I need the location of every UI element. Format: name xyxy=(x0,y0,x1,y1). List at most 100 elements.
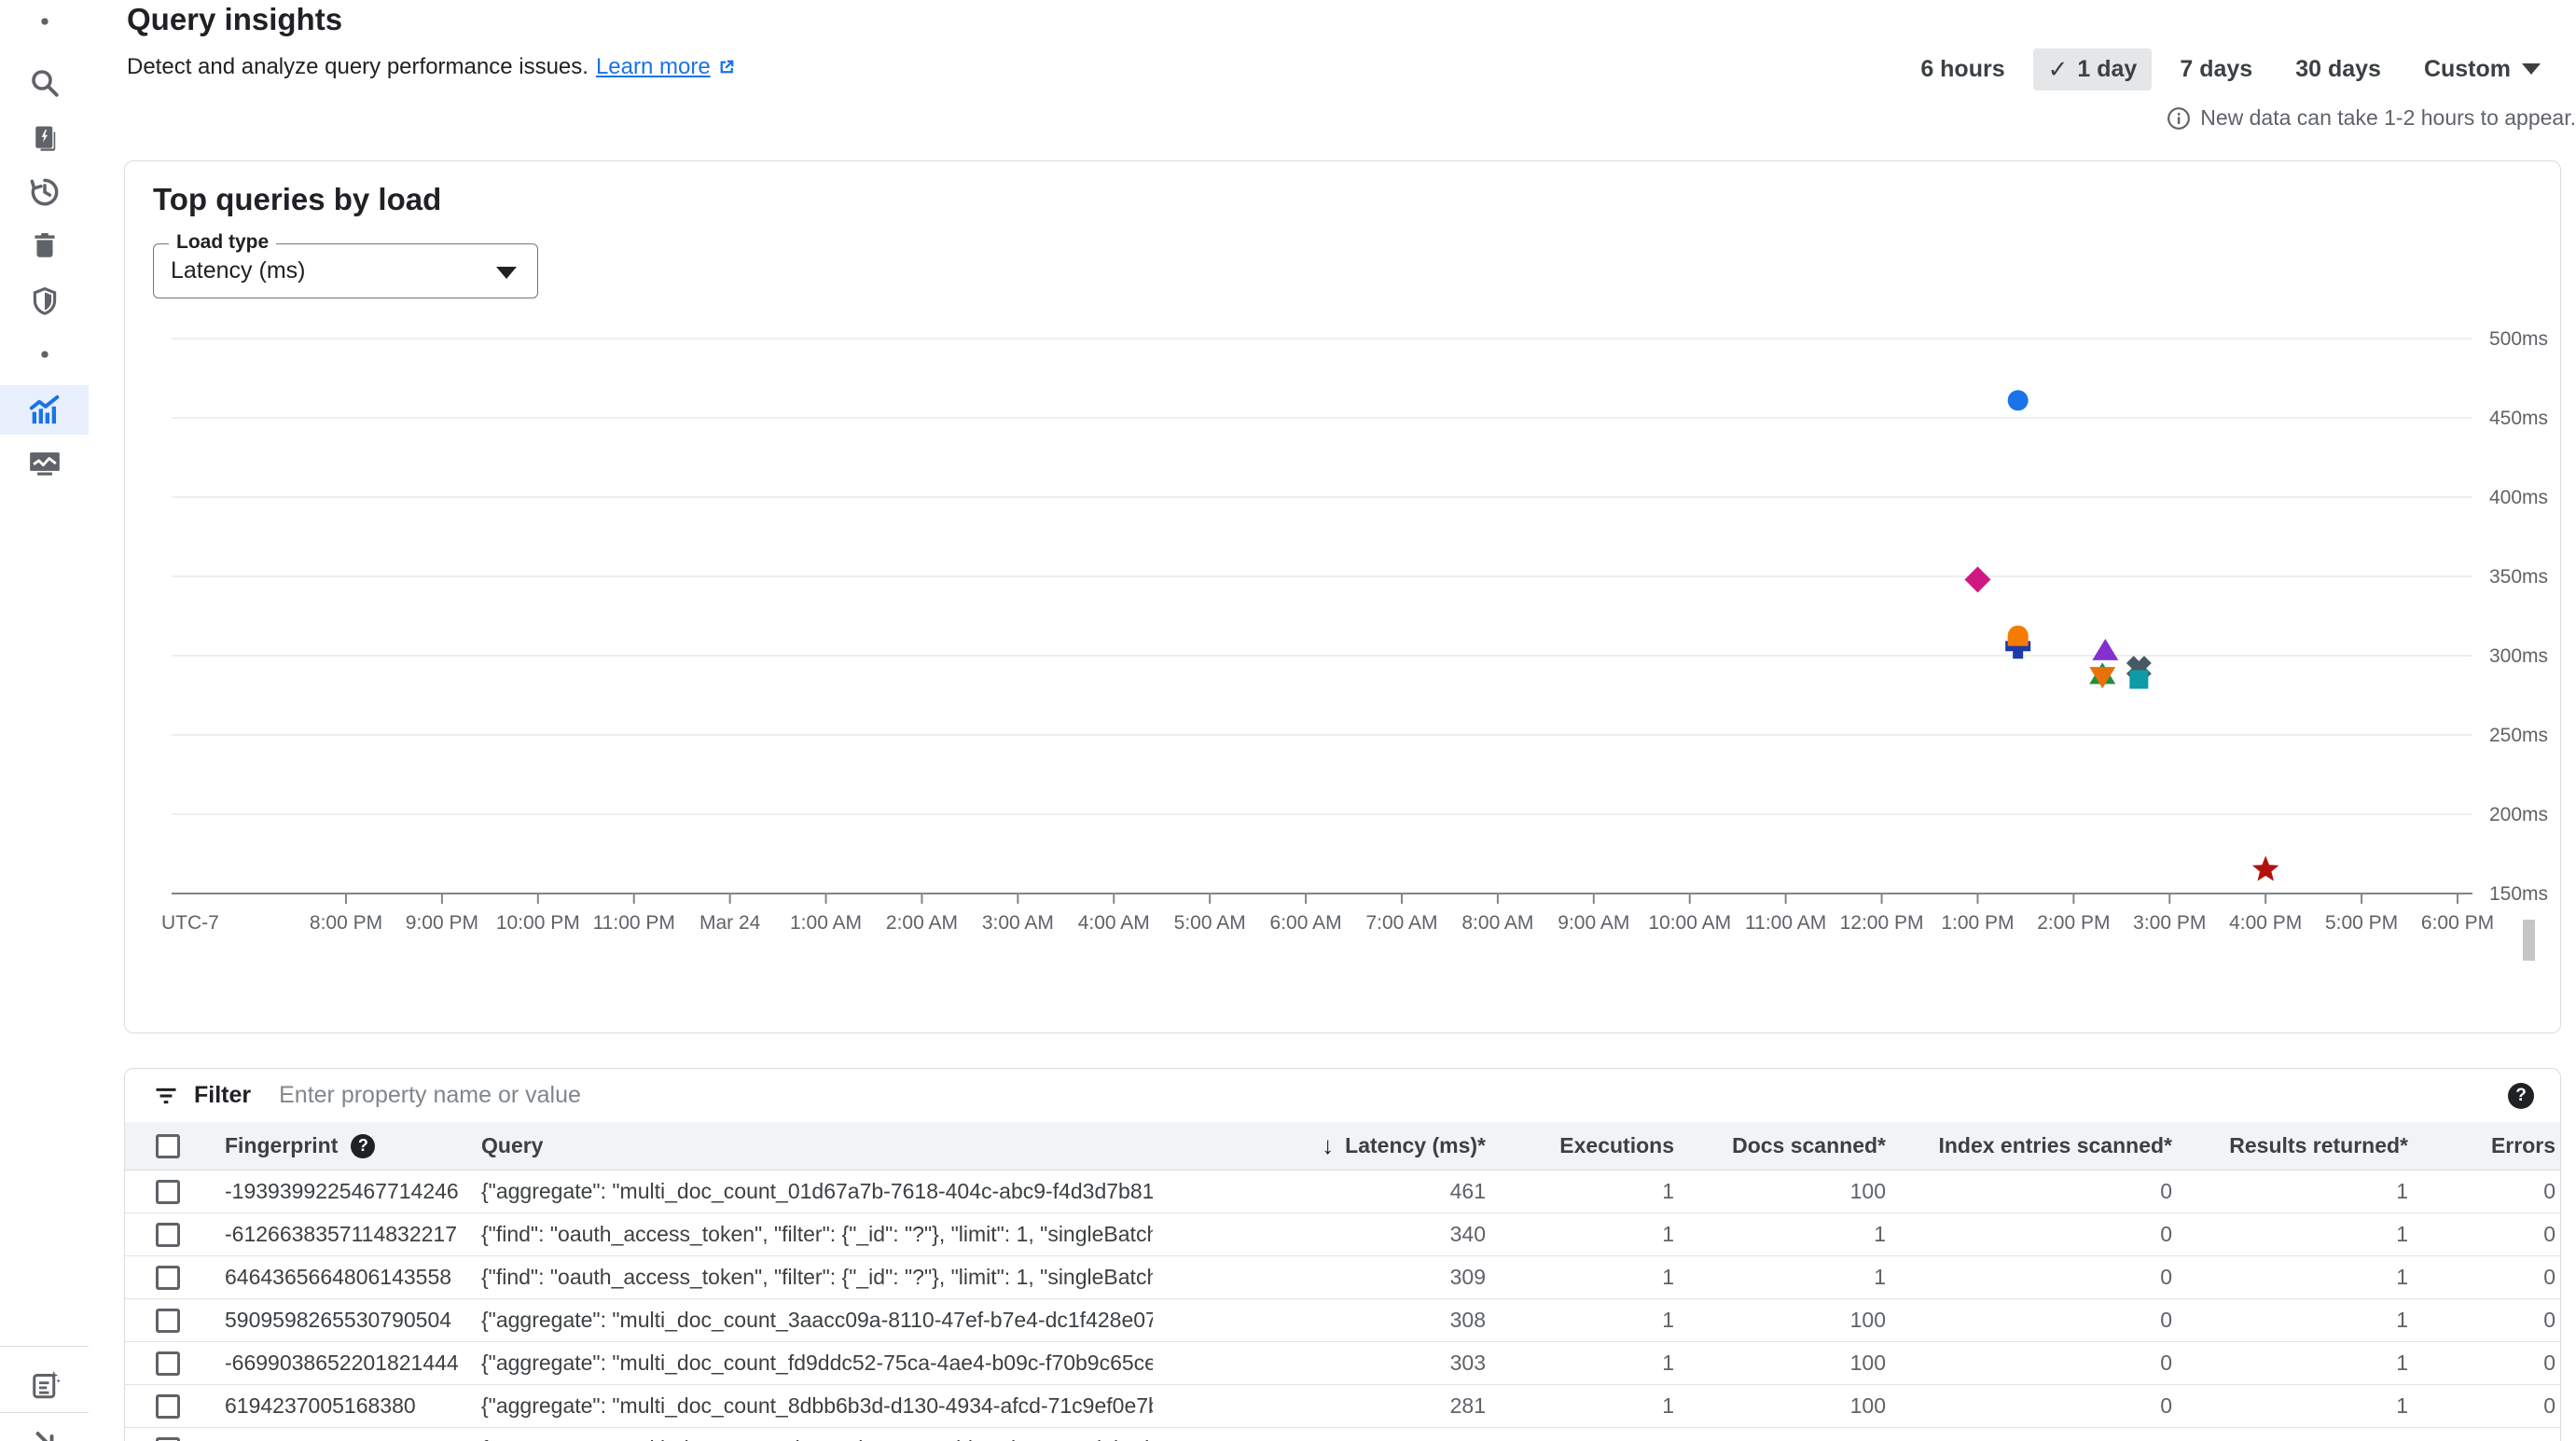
sidebar-item-dot xyxy=(0,0,89,46)
release-notes-icon xyxy=(28,1368,62,1402)
fingerprint-cell: -8295002236194316765 xyxy=(225,1436,481,1441)
x-axis-label: Mar 24 xyxy=(699,912,761,934)
sidebar-item-history[interactable] xyxy=(0,167,89,216)
x-axis-label: 1:00 AM xyxy=(790,912,862,934)
time-range-30-days[interactable]: 30 days xyxy=(2280,49,2396,90)
results-returned-cell: 1 xyxy=(2172,1179,2408,1204)
table-row[interactable]: -8295002236194316765{"aggregate": "multi… xyxy=(125,1428,2560,1441)
table-row[interactable]: -6126638357114832217{"find": "oauth_acce… xyxy=(125,1213,2560,1256)
y-axis-label: 150ms xyxy=(2489,883,2548,905)
scatter-point-square[interactable] xyxy=(2129,671,2148,689)
row-checkbox[interactable] xyxy=(156,1180,180,1204)
data-freshness-notice: New data can take 1-2 hours to appear. xyxy=(2167,105,2576,131)
x-axis-label: 6:00 PM xyxy=(2421,912,2494,934)
row-checkbox[interactable] xyxy=(156,1351,180,1376)
sidebar-item-shield[interactable] xyxy=(0,276,89,326)
x-axis-label: 8:00 PM xyxy=(310,912,382,934)
x-axis-label: 11:00 AM xyxy=(1745,912,1826,934)
row-checkbox[interactable] xyxy=(156,1309,180,1333)
time-range-selector: 6 hours ✓ 1 day 7 days 30 days Custom xyxy=(1905,48,2555,90)
sort-descending-icon[interactable]: ↓ xyxy=(1322,1131,1334,1160)
index-entries-scanned-cell: 0 xyxy=(1886,1308,2172,1333)
queries-table: Fingerprint? Query ↓ Latency (ms)* Execution… xyxy=(125,1122,2560,1441)
y-axis-label: 400ms xyxy=(2489,487,2548,508)
fingerprint-help-icon[interactable]: ? xyxy=(351,1134,375,1158)
y-axis-label: 500ms xyxy=(2489,328,2548,350)
column-header[interactable]: Index entries scanned* xyxy=(1938,1133,2172,1157)
row-checkbox[interactable] xyxy=(156,1266,180,1290)
time-range-6-hours[interactable]: 6 hours xyxy=(1905,49,2019,90)
scatter-point-diamond[interactable] xyxy=(1964,566,1990,592)
x-axis-label: 9:00 AM xyxy=(1558,912,1629,934)
time-range-1-day[interactable]: ✓ 1 day xyxy=(2033,48,2153,90)
executions-cell: 1 xyxy=(1486,1265,1674,1290)
filter-bar: Filter ? xyxy=(125,1069,2560,1122)
docs-scanned-cell: 100 xyxy=(1674,1436,1886,1441)
checkmark-icon: ✓ xyxy=(2048,55,2069,84)
fingerprint-cell: -6126638357114832217 xyxy=(225,1222,481,1247)
time-range-custom-dropdown[interactable]: Custom xyxy=(2409,49,2555,90)
page-subtitle: Detect and analyze query performance iss… xyxy=(127,54,737,80)
sidebar-item-flash-pages[interactable] xyxy=(0,114,89,163)
column-header-fingerprint[interactable]: Fingerprint xyxy=(225,1133,338,1158)
table-row[interactable]: -1939399225467714246{"aggregate": "multi… xyxy=(125,1171,2560,1213)
sidebar-item-monitoring[interactable] xyxy=(0,438,89,488)
time-range-label: 1 day xyxy=(2077,56,2137,83)
column-header[interactable]: Executions xyxy=(1559,1133,1674,1157)
results-returned-cell: 1 xyxy=(2172,1436,2408,1441)
index-entries-scanned-cell: 0 xyxy=(1886,1351,2172,1376)
errors-cell: 0 xyxy=(2408,1436,2555,1441)
x-axis-label: 7:00 AM xyxy=(1365,912,1437,934)
column-header[interactable]: Errors xyxy=(2491,1133,2555,1157)
row-checkbox[interactable] xyxy=(156,1394,180,1419)
select-all-checkbox[interactable] xyxy=(156,1134,180,1158)
row-checkbox[interactable] xyxy=(156,1223,180,1247)
y-axis-label: 250ms xyxy=(2489,725,2548,746)
table-row[interactable]: 5909598265530790504{"aggregate": "multi_… xyxy=(125,1299,2560,1342)
table-row[interactable]: -6699038652201821444{"aggregate": "multi… xyxy=(125,1342,2560,1385)
sidebar-item-insights-chart-selected[interactable] xyxy=(0,385,89,435)
executions-cell: 1 xyxy=(1486,1351,1674,1376)
x-axis-label: 4:00 PM xyxy=(2229,912,2302,934)
docs-scanned-cell: 100 xyxy=(1674,1351,1886,1376)
sidebar-item-collapse-arrow[interactable] xyxy=(0,1420,89,1441)
scatter-point-circle[interactable] xyxy=(2008,390,2029,410)
latency-scatter-chart: 500ms450ms400ms350ms300ms250ms200ms150ms… xyxy=(125,161,2560,1032)
query-cell: {"aggregate": "multi_doc_count_fd9ddc52-… xyxy=(481,1351,1153,1376)
sidebar-divider xyxy=(0,1346,89,1347)
sidebar-item-search[interactable] xyxy=(0,58,89,107)
table-row[interactable]: 6194237005168380{"aggregate": "multi_doc… xyxy=(125,1385,2560,1428)
collapse-arrow-icon xyxy=(28,1428,62,1441)
sidebar-item-trash[interactable] xyxy=(0,220,89,270)
scatter-point-rounded-square[interactable] xyxy=(2008,626,2029,646)
scatter-point-triangle-up[interactable] xyxy=(2092,639,2118,660)
learn-more-label: Learn more xyxy=(596,54,711,80)
fingerprint-cell: -6699038652201821444 xyxy=(225,1351,481,1376)
x-axis-label: 9:00 PM xyxy=(406,912,478,934)
filter-input[interactable] xyxy=(279,1082,2508,1109)
row-checkbox[interactable] xyxy=(156,1437,180,1441)
sidebar-item-dot xyxy=(0,329,89,379)
left-sidebar xyxy=(0,0,89,1441)
x-axis-label: 11:00 PM xyxy=(593,912,675,934)
column-header[interactable]: Results returned* xyxy=(2229,1133,2408,1157)
query-cell: {"aggregate": "multi_doc_count_daa97cb4-… xyxy=(481,1436,1153,1441)
dot-icon xyxy=(29,6,61,37)
learn-more-link[interactable]: Learn more xyxy=(596,54,737,80)
latency-ms-cell: 309 xyxy=(1153,1265,1486,1290)
time-range-7-days[interactable]: 7 days xyxy=(2165,49,2267,90)
table-header-row: Fingerprint? Query ↓ Latency (ms)* Execution… xyxy=(125,1122,2560,1171)
scatter-point-star[interactable] xyxy=(2252,856,2279,881)
sidebar-item-release-notes[interactable] xyxy=(0,1360,89,1409)
errors-cell: 0 xyxy=(2408,1222,2555,1247)
column-header-query[interactable]: Query xyxy=(481,1133,543,1157)
results-returned-cell: 1 xyxy=(2172,1265,2408,1290)
custom-label: Custom xyxy=(2424,56,2511,83)
time-range-label: 30 days xyxy=(2295,56,2381,83)
column-header[interactable]: Docs scanned* xyxy=(1732,1133,1886,1157)
subtitle-text: Detect and analyze query performance iss… xyxy=(127,54,589,80)
table-help-icon[interactable]: ? xyxy=(2508,1083,2534,1109)
table-row[interactable]: 6464365664806143558{"find": "oauth_acces… xyxy=(125,1256,2560,1299)
column-header[interactable]: Latency (ms)* xyxy=(1345,1133,1486,1158)
legend-scrollbar[interactable] xyxy=(2523,920,2535,961)
